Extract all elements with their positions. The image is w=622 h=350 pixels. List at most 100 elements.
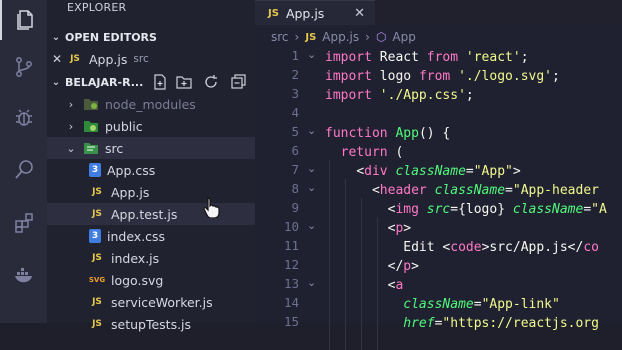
tab-label: App.js <box>285 5 325 21</box>
hand-cursor-icon <box>203 197 220 218</box>
line-number: 1 <box>291 48 299 63</box>
fold-chevron-icon[interactable]: ⌄ <box>307 48 316 61</box>
tab-app-js[interactable]: JS App.js ✕ <box>255 0 375 25</box>
breadcrumb-symbol[interactable]: App <box>392 30 415 44</box>
new-folder-icon[interactable] <box>176 74 192 90</box>
collapse-all-icon[interactable] <box>231 74 247 90</box>
debug-icon[interactable] <box>0 98 47 138</box>
line-number: 7 <box>291 162 299 177</box>
js-file-icon: JS <box>92 297 102 307</box>
code-line[interactable]: <header className="App-header <box>325 181 599 200</box>
tree-item-index-css[interactable]: 3 index.css <box>47 225 255 247</box>
js-file-icon: JS <box>268 7 279 19</box>
extensions-icon[interactable] <box>0 203 47 243</box>
sidebar-title: EXPLORER <box>67 1 127 14</box>
css-file-icon: 3 <box>89 163 101 177</box>
test-file-icon: JS <box>92 209 102 219</box>
editor-area: JS App.js ✕ src › JS App.js › ⬡ App 1 ⌄ 2 3… <box>255 0 622 350</box>
tree-item-node-modules[interactable]: › node_modules <box>47 93 255 115</box>
open-editors-header[interactable]: ⌄ OPEN EDITORS <box>47 26 255 48</box>
fold-chevron-icon[interactable]: ⌄ <box>307 276 316 289</box>
breadcrumb: src › JS App.js › ⬡ App <box>255 26 422 48</box>
breadcrumb-file[interactable]: App.js <box>322 30 359 44</box>
code-line[interactable]: Edit <code>src/App.js</co <box>325 238 599 257</box>
line-number: 3 <box>291 86 299 101</box>
chevron-right-icon: › <box>68 97 74 111</box>
line-number: 8 <box>291 181 299 196</box>
line-number: 11 <box>283 238 299 253</box>
open-editor-item[interactable]: ✕ JS App.js src <box>47 48 255 70</box>
source-control-icon[interactable] <box>0 47 47 87</box>
project-header[interactable]: ⌄ BELAJAR-R... <box>47 71 255 93</box>
tree-item-public[interactable]: › public <box>47 115 255 137</box>
public-folder-icon <box>83 119 99 133</box>
tree-item-app-test-js[interactable]: JS App.test.js <box>47 203 255 225</box>
js-file-icon: JS <box>92 319 102 329</box>
code-line[interactable]: href="https://reactjs.org <box>325 314 599 333</box>
chevron-down-icon: ⌄ <box>66 141 76 155</box>
chevron-right-icon: › <box>294 30 300 44</box>
tree-item-label: public <box>105 118 143 134</box>
explorer-sidebar: EXPLORER ⌄ OPEN EDITORS ✕ JS App.js src … <box>47 0 255 332</box>
js-file-icon: JS <box>92 187 102 197</box>
chevron-right-icon: › <box>365 30 370 44</box>
code-line[interactable]: return ( <box>325 143 404 162</box>
line-number: 2 <box>291 67 299 82</box>
files-icon[interactable] <box>0 0 49 40</box>
fold-chevron-icon[interactable]: ⌄ <box>307 219 316 232</box>
code-line[interactable]: import React from 'react'; <box>325 48 529 67</box>
activity-bar <box>0 0 48 323</box>
tree-item-label: App.test.js <box>111 206 178 222</box>
refresh-icon[interactable] <box>203 74 219 90</box>
tree-item-setup-tests[interactable]: JS setupTests.js <box>47 313 255 335</box>
tree-item-label: index.js <box>111 250 160 266</box>
js-file-icon: JS <box>70 54 80 64</box>
chevron-down-icon: ⌄ <box>51 76 61 88</box>
code-line[interactable]: function App() { <box>325 124 450 143</box>
docker-icon[interactable] <box>0 255 47 295</box>
tree-item-src[interactable]: ⌄ src <box>47 137 255 159</box>
line-number: 5 <box>291 124 299 139</box>
new-file-icon[interactable] <box>152 74 168 90</box>
project-label: BELAJAR-R... <box>65 75 144 89</box>
line-number: 12 <box>283 257 299 272</box>
fold-chevron-icon[interactable]: ⌄ <box>307 181 316 194</box>
svg-file-icon: SVG <box>88 276 106 284</box>
code-view[interactable]: import React from 'react'; import logo fr… <box>325 46 607 350</box>
close-icon[interactable]: ✕ <box>354 6 365 21</box>
js-file-icon: JS <box>305 31 317 43</box>
tab-bar: JS App.js ✕ <box>255 0 622 25</box>
code-line[interactable]: <p> <box>325 219 411 238</box>
open-editor-desc: src <box>133 53 149 65</box>
src-folder-icon <box>83 141 99 155</box>
line-number: 9 <box>291 200 299 215</box>
line-number: 10 <box>283 219 299 234</box>
breadcrumb-src[interactable]: src <box>271 30 289 44</box>
open-editors-label: OPEN EDITORS <box>65 30 157 44</box>
node-folder-icon <box>83 97 99 111</box>
fold-chevron-icon[interactable]: ⌄ <box>307 124 316 137</box>
tree-item-index-js[interactable]: JS index.js <box>47 247 255 269</box>
tree-item-label: index.css <box>107 228 166 244</box>
code-line[interactable]: className="App-link" <box>325 295 560 314</box>
code-line[interactable]: <img src={logo} className="A <box>325 200 607 219</box>
tree-item-label: node_modules <box>105 96 196 112</box>
line-number: 15 <box>283 314 299 329</box>
code-line[interactable]: <div className="App"> <box>325 162 520 181</box>
tree-item-label: src <box>105 140 124 156</box>
fold-chevron-icon[interactable]: ⌄ <box>307 162 316 175</box>
tree-item-label: App.css <box>107 162 156 178</box>
search-icon[interactable] <box>0 150 47 190</box>
tree-item-service-worker[interactable]: JS serviceWorker.js <box>47 291 255 313</box>
code-line[interactable]: <a <box>325 276 404 295</box>
open-editor-name: App.js <box>89 51 128 67</box>
code-line[interactable]: </p> <box>325 257 419 276</box>
tree-item-label: setupTests.js <box>111 316 192 332</box>
code-line[interactable]: import './App.css'; <box>325 86 474 105</box>
close-icon[interactable]: ✕ <box>47 52 67 66</box>
line-number: 14 <box>283 295 299 310</box>
code-line[interactable]: import logo from './logo.svg'; <box>325 67 560 86</box>
tree-item-app-css[interactable]: 3 App.css <box>47 159 255 181</box>
tree-item-logo-svg[interactable]: SVG logo.svg <box>47 269 255 291</box>
tree-item-app-js[interactable]: JS App.js <box>47 181 255 203</box>
